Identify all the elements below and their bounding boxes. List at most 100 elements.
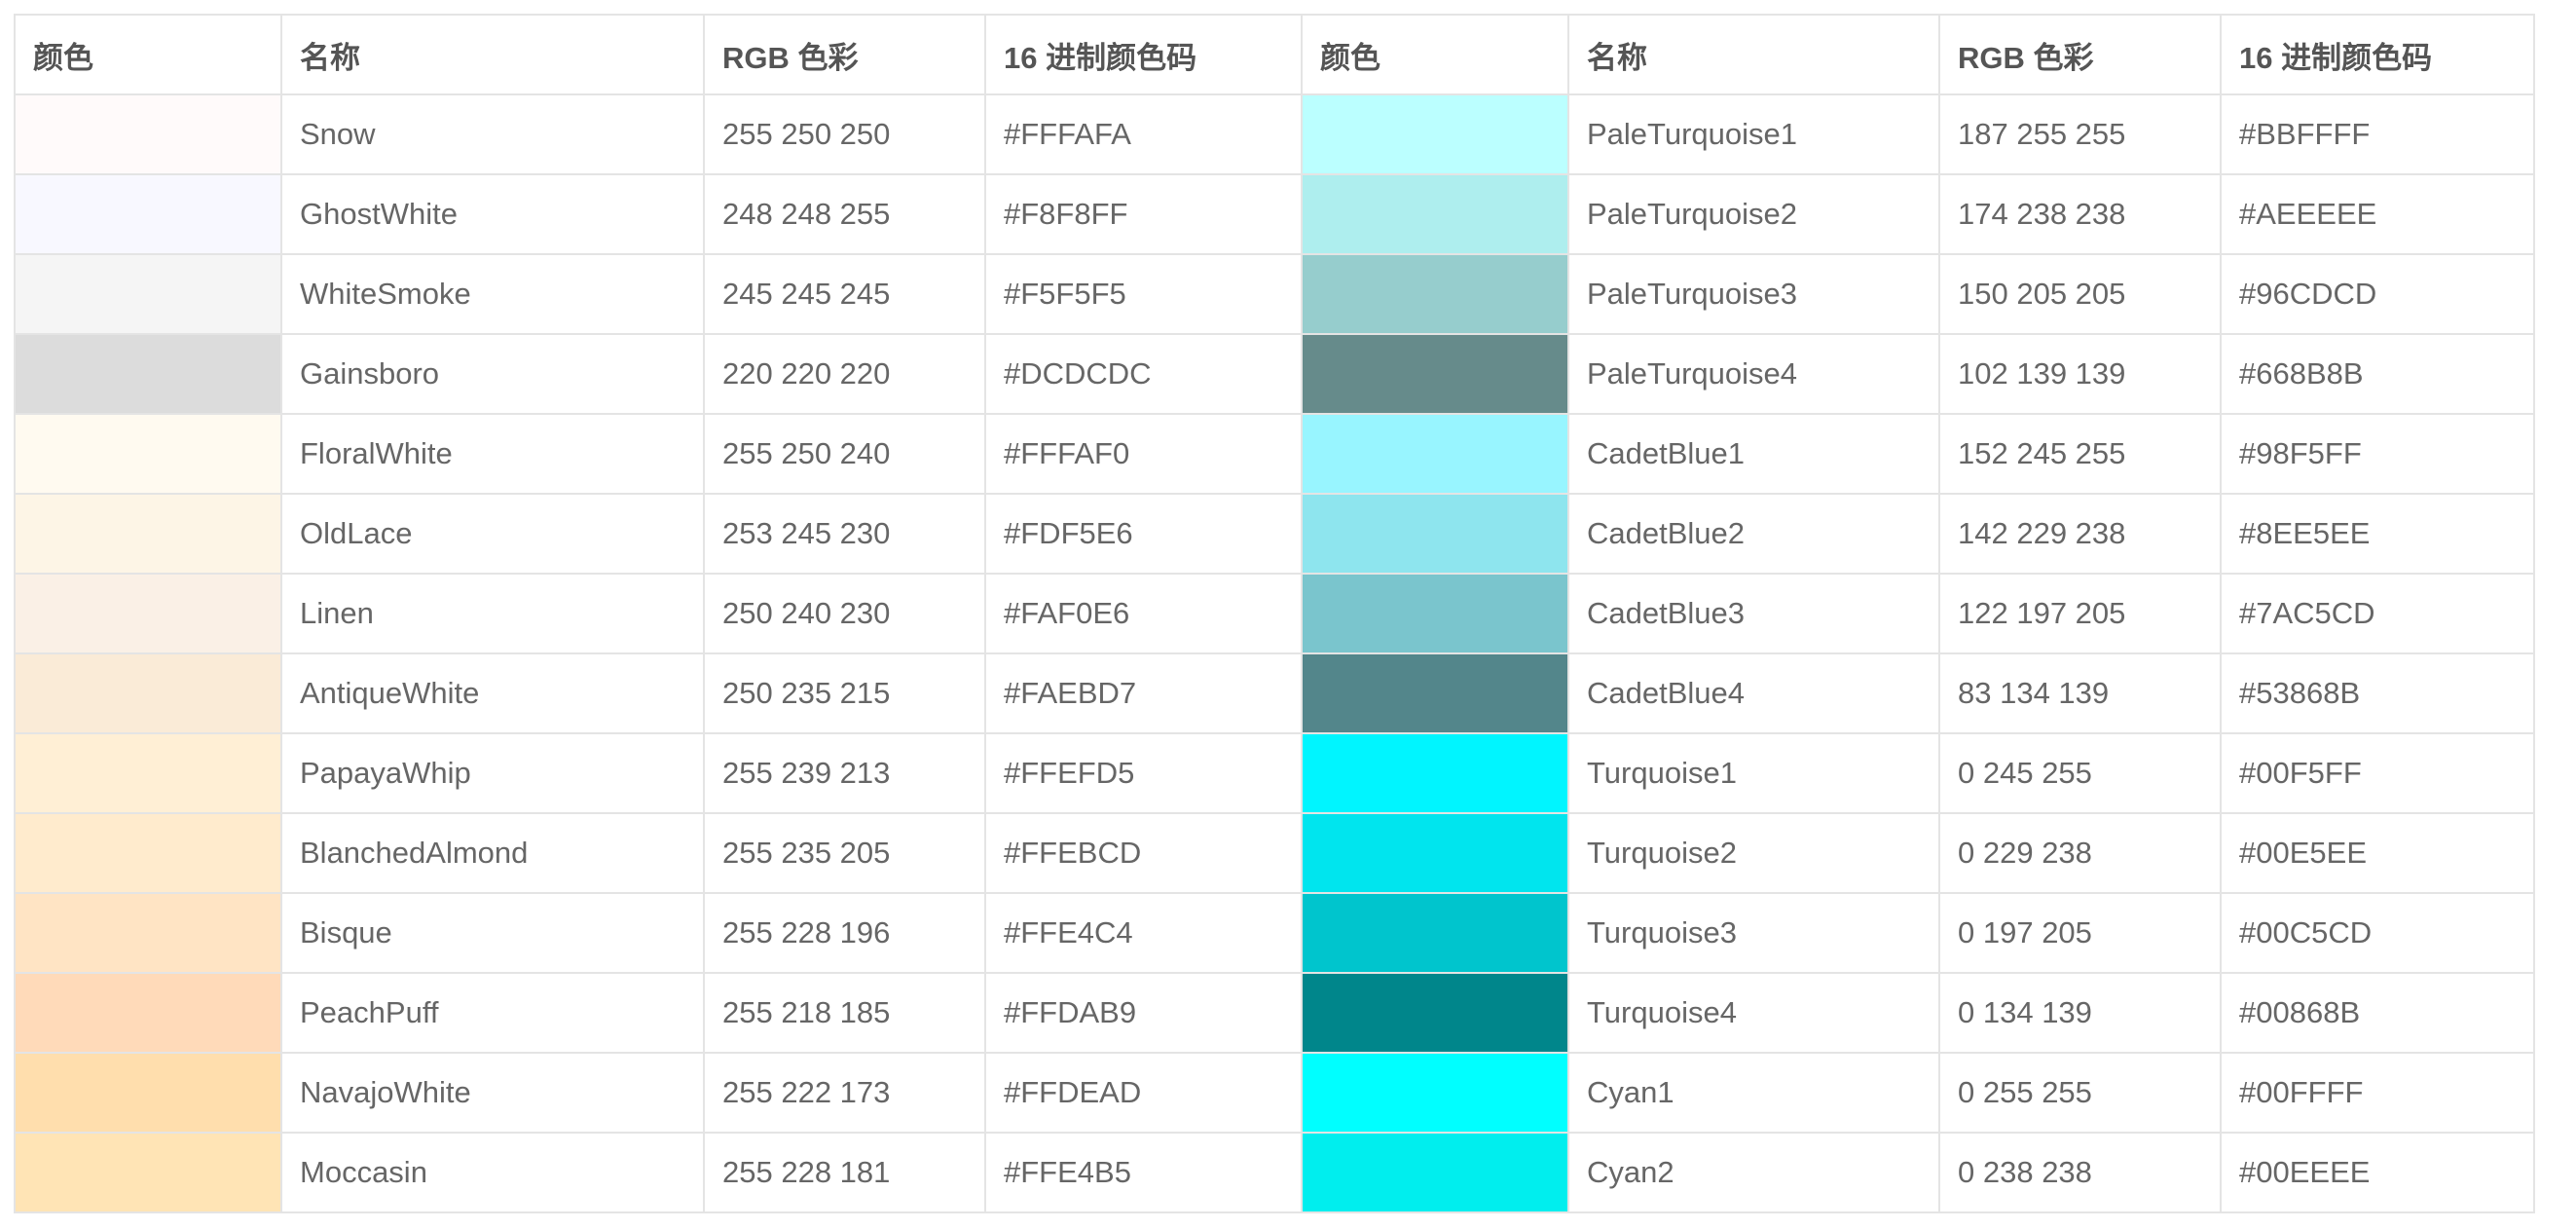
table-row: PeachPuff 255 218 185 #FFDAB9 Turquoise4 0 1…	[14, 972, 2535, 1054]
color-name-right: Turquoise4	[1567, 972, 1940, 1054]
rgb-value-left: 255 235 205	[703, 812, 986, 894]
color-name-left: NavajoWhite	[280, 1052, 705, 1134]
color-table-container: 颜色 名称 RGB 色彩 16 进制颜色码 颜色 名称 RGB 色彩 16 进制…	[14, 14, 2535, 1213]
rgb-value-right: 0 238 238	[1938, 1132, 2222, 1213]
rgb-value-left: 255 250 250	[703, 93, 986, 175]
header-hex-left: 16 进制颜色码	[984, 14, 1303, 95]
header-hex-right: 16 进制颜色码	[2220, 14, 2535, 95]
color-table: 颜色 名称 RGB 色彩 16 进制颜色码 颜色 名称 RGB 色彩 16 进制…	[14, 14, 2535, 1213]
color-swatch-right	[1301, 1132, 1569, 1213]
rgb-value-left: 250 235 215	[703, 652, 986, 734]
hex-code-left: #DCDCDC	[984, 333, 1303, 415]
color-name-right: PaleTurquoise3	[1567, 253, 1940, 335]
hex-code-left: #FFE4C4	[984, 892, 1303, 974]
rgb-value-left: 255 228 181	[703, 1132, 986, 1213]
table-row: AntiqueWhite 250 235 215 #FAEBD7 CadetBlue4…	[14, 652, 2535, 734]
rgb-value-left: 220 220 220	[703, 333, 986, 415]
table-header-row: 颜色 名称 RGB 色彩 16 进制颜色码 颜色 名称 RGB 色彩 16 进制…	[14, 14, 2535, 95]
color-swatch-right	[1301, 812, 1569, 894]
color-swatch-right	[1301, 732, 1569, 814]
table-body: Snow 255 250 250 #FFFAFA PaleTurquoise1 187 …	[14, 93, 2535, 1213]
hex-code-right: #00868B	[2220, 972, 2535, 1054]
color-name-left: FloralWhite	[280, 413, 705, 495]
rgb-value-right: 152 245 255	[1938, 413, 2222, 495]
color-name-right: Turquoise1	[1567, 732, 1940, 814]
color-name-left: PeachPuff	[280, 972, 705, 1054]
rgb-value-right: 0 229 238	[1938, 812, 2222, 894]
color-name-left: AntiqueWhite	[280, 652, 705, 734]
rgb-value-left: 255 228 196	[703, 892, 986, 974]
color-name-right: CadetBlue3	[1567, 573, 1940, 654]
color-swatch-left	[14, 93, 282, 175]
hex-code-right: #00C5CD	[2220, 892, 2535, 974]
table-row: Bisque 255 228 196 #FFE4C4 Turquoise3 0 197 …	[14, 892, 2535, 974]
header-rgb-left: RGB 色彩	[703, 14, 986, 95]
color-swatch-right	[1301, 573, 1569, 654]
table-row: FloralWhite 255 250 240 #FFFAF0 CadetBlue1 1…	[14, 413, 2535, 495]
hex-code-right: #98F5FF	[2220, 413, 2535, 495]
rgb-value-left: 255 218 185	[703, 972, 986, 1054]
color-swatch-right	[1301, 253, 1569, 335]
table-row: PapayaWhip 255 239 213 #FFEFD5 Turquoise1 0 …	[14, 732, 2535, 814]
header-rgb-right: RGB 色彩	[1938, 14, 2222, 95]
rgb-value-left: 255 250 240	[703, 413, 986, 495]
hex-code-right: #53868B	[2220, 652, 2535, 734]
rgb-value-right: 0 255 255	[1938, 1052, 2222, 1134]
hex-code-left: #FFEBCD	[984, 812, 1303, 894]
header-color-right: 颜色	[1301, 14, 1569, 95]
hex-code-left: #FAF0E6	[984, 573, 1303, 654]
table-row: WhiteSmoke 245 245 245 #F5F5F5 PaleTurquois…	[14, 253, 2535, 335]
rgb-value-right: 0 245 255	[1938, 732, 2222, 814]
color-name-right: Cyan1	[1567, 1052, 1940, 1134]
color-swatch-right	[1301, 652, 1569, 734]
hex-code-right: #00EEEE	[2220, 1132, 2535, 1213]
color-swatch-right	[1301, 173, 1569, 255]
color-swatch-left	[14, 573, 282, 654]
hex-code-right: #00FFFF	[2220, 1052, 2535, 1134]
rgb-value-right: 174 238 238	[1938, 173, 2222, 255]
rgb-value-right: 0 134 139	[1938, 972, 2222, 1054]
rgb-value-left: 250 240 230	[703, 573, 986, 654]
hex-code-left: #FFFAFA	[984, 93, 1303, 175]
rgb-value-right: 102 139 139	[1938, 333, 2222, 415]
hex-code-right: #8EE5EE	[2220, 493, 2535, 575]
color-name-left: Linen	[280, 573, 705, 654]
hex-code-right: #AEEEEE	[2220, 173, 2535, 255]
color-name-right: CadetBlue1	[1567, 413, 1940, 495]
table-row: GhostWhite 248 248 255 #F8F8FF PaleTurquois…	[14, 173, 2535, 255]
rgb-value-right: 150 205 205	[1938, 253, 2222, 335]
table-row: OldLace 253 245 230 #FDF5E6 CadetBlue2 142 2…	[14, 493, 2535, 575]
color-swatch-left	[14, 1052, 282, 1134]
rgb-value-right: 83 134 139	[1938, 652, 2222, 734]
hex-code-right: #00E5EE	[2220, 812, 2535, 894]
color-name-left: GhostWhite	[280, 173, 705, 255]
color-name-right: Turquoise2	[1567, 812, 1940, 894]
hex-code-left: #FFDEAD	[984, 1052, 1303, 1134]
rgb-value-right: 142 229 238	[1938, 493, 2222, 575]
color-swatch-left	[14, 892, 282, 974]
hex-code-left: #FFFAF0	[984, 413, 1303, 495]
color-swatch-right	[1301, 1052, 1569, 1134]
table-row: Snow 255 250 250 #FFFAFA PaleTurquoise1 187 …	[14, 93, 2535, 175]
color-name-right: Turquoise3	[1567, 892, 1940, 974]
color-swatch-right	[1301, 413, 1569, 495]
rgb-value-left: 253 245 230	[703, 493, 986, 575]
color-swatch-right	[1301, 93, 1569, 175]
color-swatch-right	[1301, 892, 1569, 974]
color-name-right: PaleTurquoise4	[1567, 333, 1940, 415]
color-name-left: OldLace	[280, 493, 705, 575]
color-name-right: CadetBlue4	[1567, 652, 1940, 734]
hex-code-right: #00F5FF	[2220, 732, 2535, 814]
hex-code-left: #FFEFD5	[984, 732, 1303, 814]
color-name-right: CadetBlue2	[1567, 493, 1940, 575]
color-name-left: WhiteSmoke	[280, 253, 705, 335]
color-name-right: PaleTurquoise1	[1567, 93, 1940, 175]
color-swatch-left	[14, 493, 282, 575]
color-swatch-left	[14, 333, 282, 415]
color-name-left: Snow	[280, 93, 705, 175]
table-row: Linen 250 240 230 #FAF0E6 CadetBlue3 122 197…	[14, 573, 2535, 654]
rgb-value-left: 245 245 245	[703, 253, 986, 335]
color-swatch-left	[14, 652, 282, 734]
rgb-value-right: 122 197 205	[1938, 573, 2222, 654]
color-swatch-left	[14, 972, 282, 1054]
